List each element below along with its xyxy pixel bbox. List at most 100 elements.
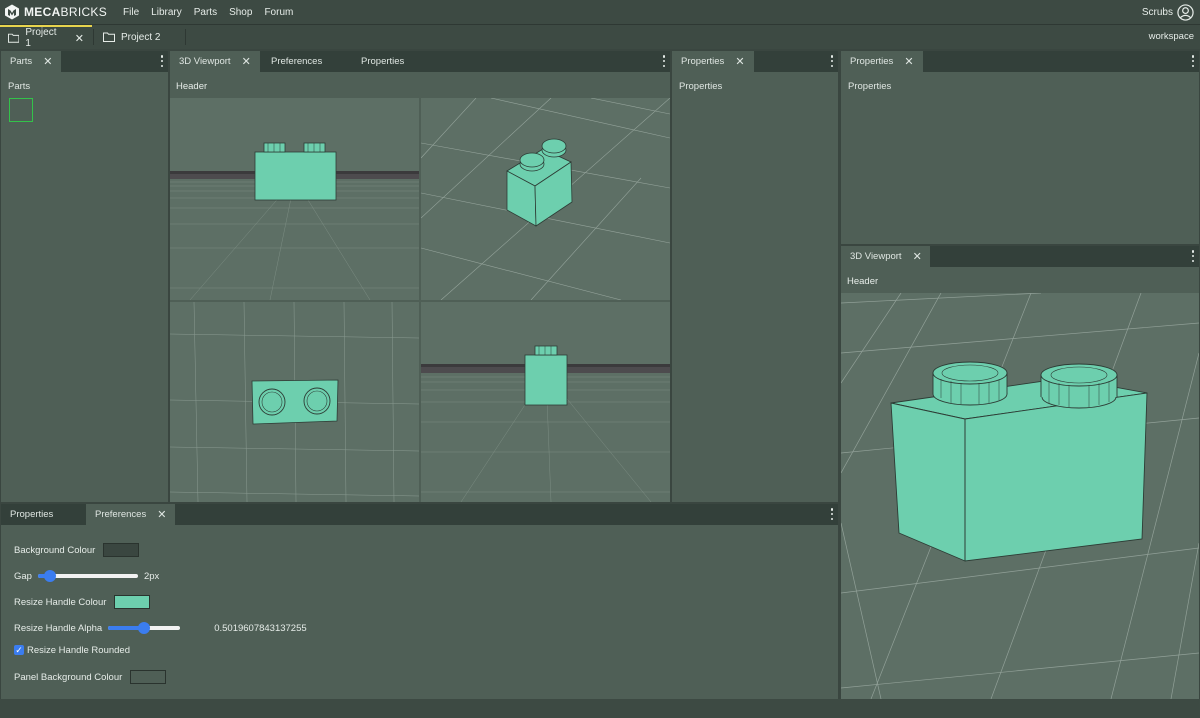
close-icon[interactable]: ✕ [157,508,166,521]
pref-resize-handle-alpha: Resize Handle Alpha 0.5019607843137255 [14,620,307,636]
panel-tab-bar: Properties ✕ [672,51,838,72]
pref-label: Resize Handle Rounded [27,644,130,656]
preferences-panel: Properties Preferences ✕ Background Colo… [1,504,838,699]
panel-tab-bar: Properties Preferences ✕ [1,504,838,525]
close-icon[interactable]: ✕ [43,55,52,68]
resize-handle-colour-swatch[interactable] [114,595,151,609]
close-icon[interactable]: ✕ [913,250,922,263]
front-view-scene [170,98,419,300]
menu-library[interactable]: Library [151,7,182,18]
part-slot[interactable] [9,98,33,122]
properties-panel-1: Properties ✕ Properties [672,51,838,502]
menu-forum[interactable]: Forum [264,7,293,18]
pref-background-colour: Background Colour [14,542,140,558]
close-icon[interactable]: ✕ [75,32,84,45]
properties-label: Properties [679,81,723,92]
close-icon[interactable]: ✕ [735,55,744,68]
panel-menu-icon[interactable] [1191,54,1195,68]
menu-file[interactable]: File [123,7,139,18]
viewport-large[interactable] [841,293,1199,699]
parts-label: Parts [8,81,31,92]
brand-name: MECABRICKS [24,5,108,19]
pref-resize-handle-rounded: ✓ Resize Handle Rounded [14,642,130,658]
tab-properties[interactable]: Properties [352,51,413,72]
panel-menu-icon[interactable] [830,54,834,68]
tab-3d-viewport[interactable]: 3D Viewport ✕ [841,246,930,267]
tab-properties[interactable]: Properties [1,504,85,525]
viewport-panel: 3D Viewport ✕ Preferences Properties Hea… [170,51,670,502]
top-view-scene [170,302,419,502]
side-view-scene [421,345,670,502]
pref-gap: Gap 2px [14,568,159,584]
viewport-top[interactable] [170,302,419,502]
gap-slider[interactable] [37,569,138,583]
menu-shop[interactable]: Shop [229,7,252,18]
panel-tab-bar: 3D Viewport ✕ Preferences Properties [170,51,670,72]
tab-label: Properties [850,56,894,67]
parts-panel: Parts ✕ Parts [1,51,168,502]
viewport-panel-2: 3D Viewport ✕ Header [841,246,1199,699]
tab-properties[interactable]: Properties ✕ [672,51,754,72]
viewport-perspective[interactable] [421,98,670,300]
menu-parts[interactable]: Parts [194,7,217,18]
panel-menu-icon[interactable] [830,507,834,521]
large-view-scene [841,293,1199,699]
tab-label: Properties [10,509,54,520]
project-tab-1[interactable]: Project 1 ✕ [0,25,92,49]
panel-tab-bar: Parts ✕ [1,51,168,72]
properties-label: Properties [848,81,892,92]
slider-thumb[interactable] [138,622,151,634]
project-tab-label: Project 1 [25,27,57,49]
user-name: Scrubs [1141,6,1173,18]
panel-menu-icon[interactable] [662,54,666,68]
background-colour-swatch[interactable] [103,543,140,557]
pref-label: Resize Handle Colour [14,596,107,608]
properties-panel-2: Properties ✕ Properties [841,51,1199,244]
gap-value: 2px [143,570,160,582]
tab-preferences[interactable]: Preferences [262,51,331,72]
close-icon[interactable]: ✕ [904,55,913,68]
tab-divider [93,29,94,45]
workspace-label[interactable]: workspace [1149,31,1194,42]
user-circle-icon [1177,3,1194,21]
header-label: Header [847,276,879,287]
tab-label: 3D Viewport [850,251,902,262]
tab-3d-viewport[interactable]: 3D Viewport ✕ [170,51,260,72]
perspective-view-scene [421,98,670,300]
viewport-header: Header [841,267,1199,292]
tab-preferences[interactable]: Preferences ✕ [86,504,175,525]
menubar: MECABRICKS File Library Parts Shop Forum… [0,0,1200,24]
slider-thumb[interactable] [43,570,56,582]
tab-label: Properties [681,56,725,67]
project-tab-2[interactable]: Project 2 [95,25,185,49]
panel-menu-icon[interactable] [160,54,164,68]
mecabricks-logo-icon [5,4,19,20]
pref-label: Resize Handle Alpha [14,622,103,634]
tab-divider [185,29,186,45]
pref-label: Background Colour [14,544,96,556]
status-bar [0,699,1200,718]
tab-label: Properties [361,56,405,67]
tab-label: Parts [10,56,33,67]
header-label: Header [176,81,208,92]
folder-icon [103,32,115,42]
user-menu[interactable]: Scrubs [1142,0,1194,24]
panel-menu-icon[interactable] [1191,249,1195,263]
close-icon[interactable]: ✕ [242,55,251,68]
folder-icon [8,33,20,43]
viewport-side[interactable] [421,302,670,502]
tab-properties[interactable]: Properties ✕ [841,51,923,72]
tab-parts[interactable]: Parts ✕ [1,51,61,72]
rounded-checkbox[interactable]: ✓ [14,645,24,655]
panel-tab-bar: Properties ✕ [841,51,1199,72]
alpha-value: 0.5019607843137255 [214,622,307,634]
brand-logo[interactable]: MECABRICKS [0,4,107,20]
pref-resize-handle-colour: Resize Handle Colour [14,594,151,610]
panel-background-colour-swatch[interactable] [130,670,167,684]
viewport-front[interactable] [170,98,419,300]
panel-tab-bar: 3D Viewport ✕ [841,246,1199,267]
alpha-slider[interactable] [108,621,181,635]
tab-label: Preferences [271,56,323,67]
pref-label: Panel Background Colour [14,671,123,683]
pref-label: Gap [14,570,32,582]
